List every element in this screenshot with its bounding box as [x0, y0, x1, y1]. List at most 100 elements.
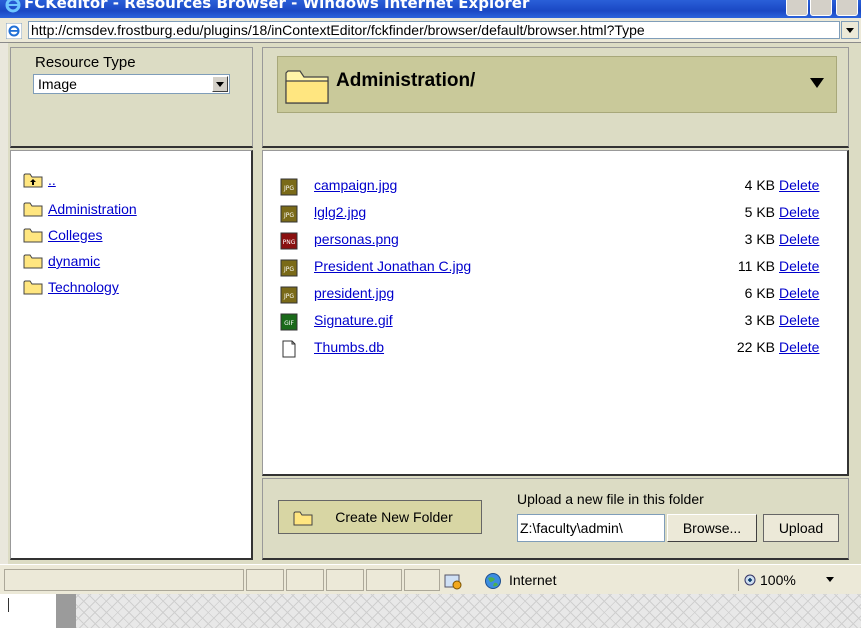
- maximize-button[interactable]: [810, 0, 832, 16]
- file-name-link[interactable]: Thumbs.db: [314, 339, 384, 355]
- folder-tree: .. Administration Colleges dynamic Techn…: [10, 150, 253, 560]
- current-folder-panel: Administration/: [262, 47, 849, 148]
- resource-type-select[interactable]: Image: [33, 74, 230, 94]
- file-size: 11 KB: [737, 258, 775, 274]
- folder-icon: [293, 511, 313, 526]
- png-file-icon: PNG: [280, 232, 298, 250]
- security-zone: Internet: [509, 572, 557, 588]
- folder-icon: [23, 228, 43, 243]
- folder-icon: [23, 254, 43, 269]
- status-cell: [246, 569, 284, 591]
- address-bar: http://cmsdev.frostburg.edu/plugins/18/i…: [0, 18, 861, 43]
- jpg-file-icon: JPG: [280, 178, 298, 196]
- status-bar: Internet 100%: [0, 564, 861, 594]
- file-row: JPG lglg2.jpg 5 KB Delete: [280, 204, 825, 224]
- file-row: JPG president.jpg 6 KB Delete: [280, 285, 825, 305]
- folder-icon: [285, 70, 329, 104]
- zoom-level[interactable]: 100%: [760, 572, 796, 588]
- upload-label: Upload a new file in this folder: [517, 491, 704, 507]
- svg-text:JPG: JPG: [283, 266, 294, 273]
- delete-link[interactable]: Delete: [779, 312, 819, 328]
- delete-link[interactable]: Delete: [779, 258, 819, 274]
- folder-link[interactable]: ..: [48, 172, 56, 188]
- status-cell: [404, 569, 440, 591]
- file-name-link[interactable]: President Jonathan C.jpg: [314, 258, 471, 274]
- file-size: 3 KB: [744, 312, 775, 328]
- folder-icon: [23, 202, 43, 217]
- file-size: 3 KB: [744, 231, 775, 247]
- folder-link[interactable]: Colleges: [48, 227, 102, 243]
- current-folder-path: Administration/: [336, 70, 476, 91]
- file-row: JPG President Jonathan C.jpg 11 KB Delet…: [280, 258, 825, 278]
- actions-panel: Create New Folder Upload a new file in t…: [262, 478, 849, 560]
- status-cell: [326, 569, 364, 591]
- file-size: 4 KB: [744, 177, 775, 193]
- folder-item-parent[interactable]: ..: [23, 171, 56, 189]
- delete-link[interactable]: Delete: [779, 204, 819, 220]
- jpg-file-icon: JPG: [280, 259, 298, 277]
- frame-edge: [0, 43, 8, 564]
- resource-type-panel: Resource Type Image: [10, 47, 253, 148]
- file-name-link[interactable]: Signature.gif: [314, 312, 393, 328]
- svg-text:PNG: PNG: [283, 239, 296, 246]
- folder-item-dynamic[interactable]: dynamic: [23, 252, 100, 270]
- file-size: 5 KB: [744, 204, 775, 220]
- file-size: 6 KB: [744, 285, 775, 301]
- minimize-button[interactable]: [786, 0, 808, 16]
- upload-button[interactable]: Upload: [763, 514, 839, 542]
- folder-item-colleges[interactable]: Colleges: [23, 226, 102, 244]
- file-name-link[interactable]: lglg2.jpg: [314, 204, 366, 220]
- close-button[interactable]: [836, 0, 858, 16]
- address-url[interactable]: http://cmsdev.frostburg.edu/plugins/18/i…: [28, 21, 840, 39]
- folder-link[interactable]: Administration: [48, 201, 137, 217]
- jpg-file-icon: JPG: [280, 205, 298, 223]
- status-cell: [366, 569, 402, 591]
- svg-text:JPG: JPG: [283, 293, 294, 300]
- security-lock-icon[interactable]: [444, 572, 462, 590]
- folder-icon: [23, 280, 43, 295]
- status-text-cell: [4, 569, 244, 591]
- folder-menu-arrow-icon[interactable]: [810, 78, 824, 88]
- file-list: JPG campaign.jpg 4 KB Delete JPG lglg2.j…: [262, 150, 849, 476]
- window-title: FCKeditor - Resources Browser - Windows …: [24, 0, 530, 12]
- svg-text:GIF: GIF: [284, 320, 294, 327]
- folder-link[interactable]: Technology: [48, 279, 119, 295]
- jpg-file-icon: JPG: [280, 286, 298, 304]
- address-dropdown-button[interactable]: [841, 21, 859, 39]
- file-row: Thumbs.db 22 KB Delete: [280, 339, 825, 359]
- ie-logo-icon: [5, 0, 21, 13]
- chevron-down-icon[interactable]: [212, 76, 228, 92]
- file-name-link[interactable]: campaign.jpg: [314, 177, 397, 193]
- browse-button[interactable]: Browse...: [667, 514, 757, 542]
- zoom-icon[interactable]: [743, 573, 759, 589]
- file-row: JPG campaign.jpg 4 KB Delete: [280, 177, 825, 197]
- delete-link[interactable]: Delete: [779, 285, 819, 301]
- svg-text:JPG: JPG: [283, 212, 294, 219]
- upload-file-input[interactable]: Z:\faculty\admin\: [517, 514, 665, 542]
- file-name-link[interactable]: personas.png: [314, 231, 399, 247]
- background-pattern: [76, 594, 861, 628]
- create-folder-button[interactable]: Create New Folder: [278, 500, 482, 534]
- folder-item-administration[interactable]: Administration: [23, 200, 137, 218]
- text-caret: [8, 598, 9, 612]
- delete-link[interactable]: Delete: [779, 339, 819, 355]
- resource-type-value: Image: [38, 76, 77, 92]
- file-size: 22 KB: [736, 339, 775, 355]
- generic-file-icon: [282, 340, 296, 358]
- current-folder-bar[interactable]: Administration/: [277, 56, 837, 113]
- folder-item-technology[interactable]: Technology: [23, 278, 119, 296]
- internet-globe-icon: [485, 573, 501, 589]
- folder-link[interactable]: dynamic: [48, 253, 100, 269]
- delete-link[interactable]: Delete: [779, 177, 819, 193]
- file-row: PNG personas.png 3 KB Delete: [280, 231, 825, 251]
- delete-link[interactable]: Delete: [779, 231, 819, 247]
- zoom-dropdown-arrow-icon[interactable]: [826, 577, 834, 582]
- svg-text:JPG: JPG: [283, 185, 294, 192]
- ie-page-icon: [6, 23, 22, 39]
- file-row: GIF Signature.gif 3 KB Delete: [280, 312, 825, 332]
- window-title-bar: FCKeditor - Resources Browser - Windows …: [0, 0, 861, 18]
- file-name-link[interactable]: president.jpg: [314, 285, 394, 301]
- create-folder-label: Create New Folder: [335, 509, 453, 525]
- status-cell: [286, 569, 324, 591]
- resource-type-label: Resource Type: [35, 54, 136, 71]
